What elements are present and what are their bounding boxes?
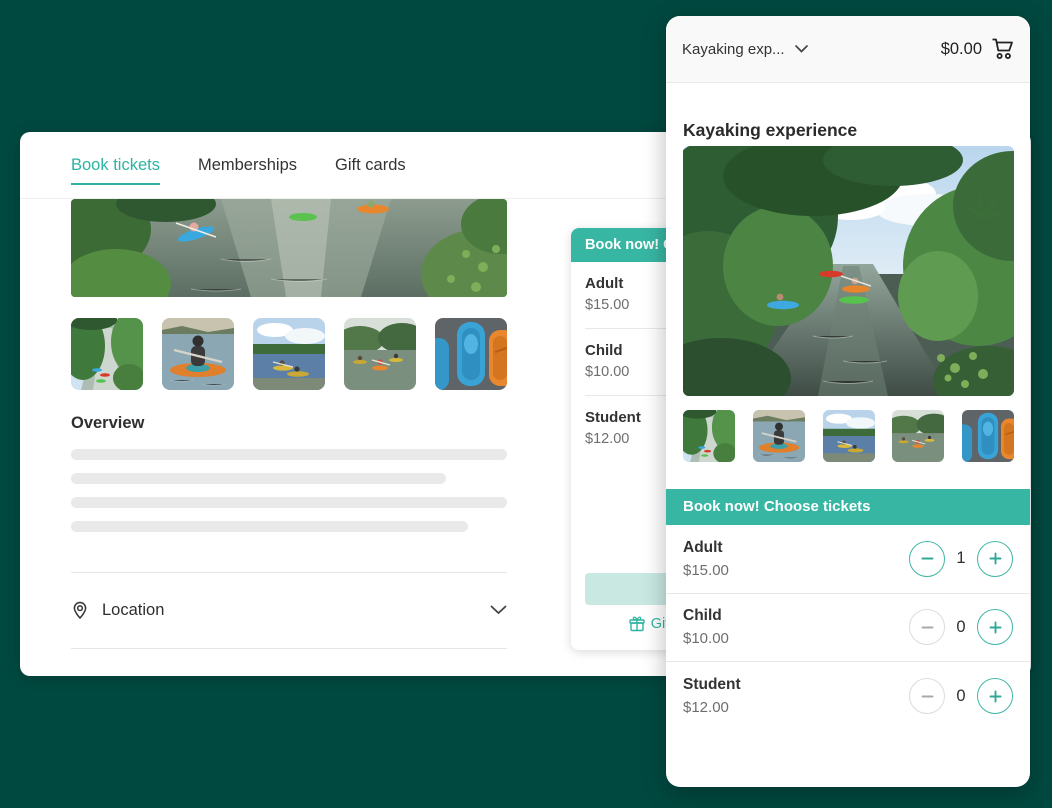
thumbnail-river[interactable] — [683, 410, 735, 462]
minus-icon — [920, 689, 935, 704]
thumbnail-kayaker[interactable] — [162, 318, 234, 390]
ticket-price: $12.00 — [683, 697, 741, 719]
chevron-down-icon — [795, 45, 808, 53]
minus-button[interactable] — [909, 678, 945, 714]
book-now-banner: Book now! Choose tickets — [666, 489, 1030, 525]
thumbnail-kayaker[interactable] — [753, 410, 805, 462]
experience-selector-label: Kayaking exp... — [682, 41, 785, 58]
ticket-row-adult: Adult $15.00 1 — [666, 525, 1030, 594]
minus-icon — [920, 551, 935, 566]
photo-thumbnails — [683, 410, 1014, 462]
ticket-price: $15.00 — [683, 560, 729, 582]
thumbnail-kayaks[interactable] — [435, 318, 507, 390]
tab-book-tickets[interactable]: Book tickets — [71, 156, 160, 175]
overview-heading: Overview — [71, 414, 144, 433]
booking-widget-panel: Kayaking exp... $0.00 Kayaking experienc… — [666, 16, 1030, 787]
plus-button[interactable] — [977, 678, 1013, 714]
main-photo — [71, 199, 507, 297]
ticket-name: Adult — [683, 536, 729, 560]
experience-selector[interactable]: Kayaking exp... — [682, 41, 808, 58]
river-photo-top-view — [71, 199, 507, 297]
experience-title: Kayaking experience — [683, 120, 857, 141]
quantity-stepper: 1 — [909, 541, 1013, 577]
main-photo — [683, 146, 1014, 396]
quantity-value: 0 — [953, 687, 969, 706]
thumbnail-lake[interactable] — [823, 410, 875, 462]
photo-thumbnails — [71, 318, 507, 390]
plus-icon — [988, 620, 1003, 635]
thumbnail-group[interactable] — [892, 410, 944, 462]
text-placeholder — [71, 449, 507, 460]
ticket-name: Student — [683, 673, 741, 697]
quantity-stepper: 0 — [909, 609, 1013, 645]
quantity-value: 0 — [953, 618, 969, 637]
thumbnail-river[interactable] — [71, 318, 143, 390]
plus-button[interactable] — [977, 541, 1013, 577]
text-placeholder — [71, 473, 446, 484]
ticket-name: Child — [683, 604, 729, 628]
minus-button[interactable] — [909, 609, 945, 645]
plus-icon — [988, 689, 1003, 704]
minus-button[interactable] — [909, 541, 945, 577]
tab-memberships[interactable]: Memberships — [198, 156, 297, 175]
thumbnail-group[interactable] — [344, 318, 416, 390]
text-placeholder — [71, 497, 507, 508]
shopping-cart-icon — [991, 38, 1014, 60]
location-label: Location — [102, 601, 164, 620]
ticket-price: $10.00 — [683, 628, 729, 650]
text-placeholder — [71, 521, 468, 532]
ticket-row-student: Student $12.00 0 — [666, 662, 1030, 731]
widget-topbar: Kayaking exp... $0.00 — [666, 16, 1030, 83]
location-accordion[interactable]: Location — [71, 572, 507, 648]
tab-gift-cards[interactable]: Gift cards — [335, 156, 406, 175]
ticket-row-child: Child $10.00 0 — [666, 594, 1030, 663]
cart-button[interactable]: $0.00 — [941, 38, 1014, 60]
quantity-stepper: 0 — [909, 678, 1013, 714]
ticket-list: Adult $15.00 1 Child $10.00 — [666, 525, 1030, 731]
chevron-down-icon — [490, 605, 507, 615]
thumbnail-lake[interactable] — [253, 318, 325, 390]
gift-icon — [629, 616, 645, 632]
cart-total: $0.00 — [941, 40, 982, 59]
river-photo — [683, 146, 1014, 396]
quantity-value: 1 — [953, 549, 969, 568]
location-pin-icon — [71, 601, 89, 620]
thumbnail-kayaks[interactable] — [962, 410, 1014, 462]
divider — [71, 648, 507, 649]
minus-icon — [920, 620, 935, 635]
plus-icon — [988, 551, 1003, 566]
plus-button[interactable] — [977, 609, 1013, 645]
